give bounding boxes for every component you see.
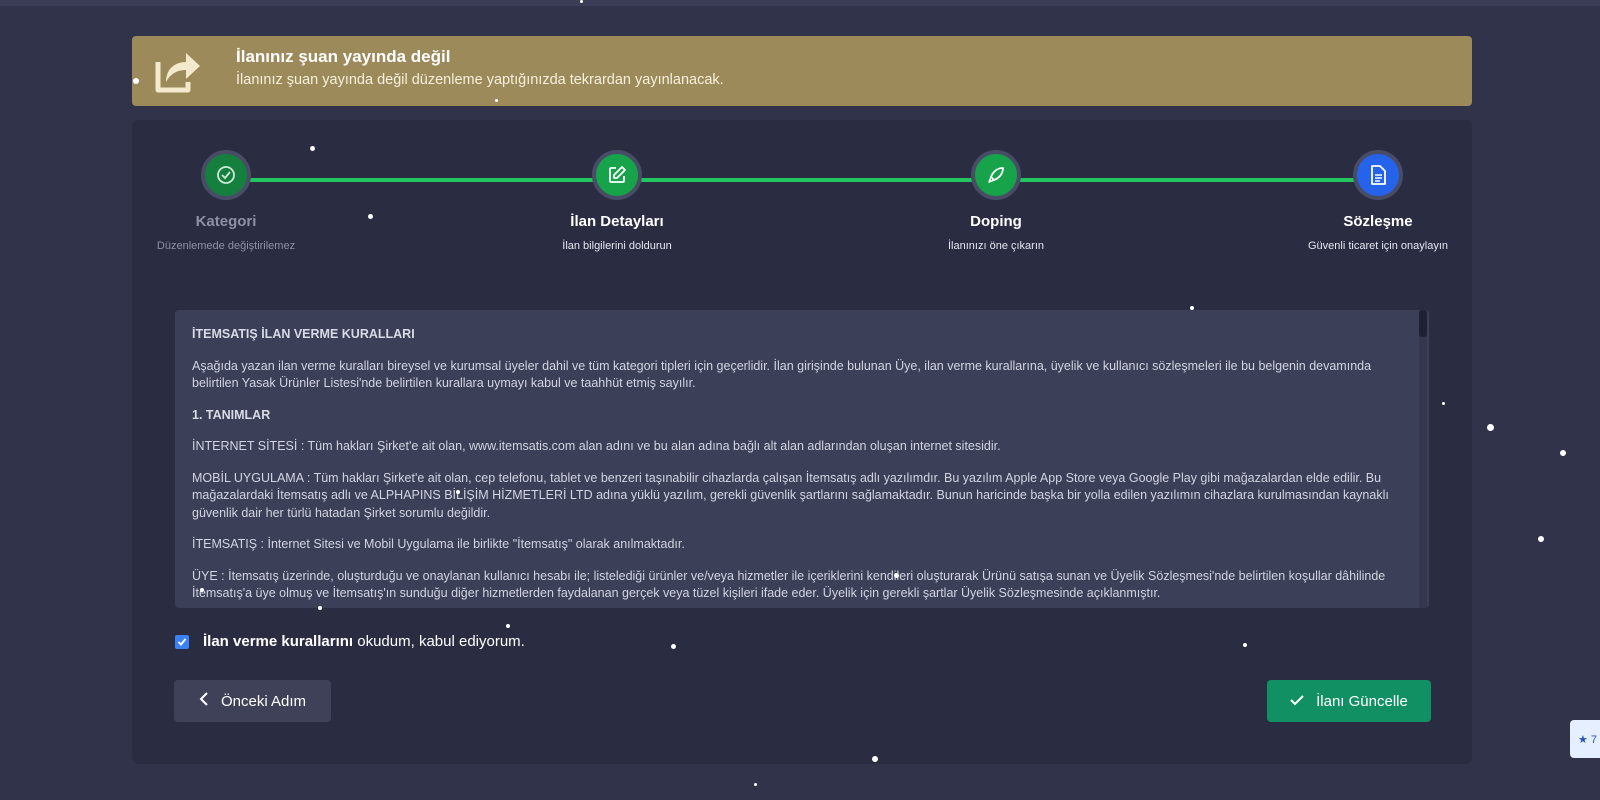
snow-particle: [1487, 424, 1494, 431]
document-icon: [1353, 150, 1403, 200]
banner-subtitle: İlanınız şuan yayında değil düzenleme ya…: [236, 72, 724, 88]
rules-document[interactable]: İTEMSATIŞ İLAN VERME KURALLARI Aşağıda y…: [175, 310, 1429, 608]
rules-heading: İTEMSATIŞ İLAN VERME KURALLARI: [192, 327, 415, 341]
snow-particle: [318, 606, 322, 610]
snow-particle: [872, 756, 878, 762]
snow-particle: [580, 0, 583, 3]
snow-particle: [310, 146, 315, 151]
share-export-icon: [152, 48, 204, 94]
step-title: İlan Detayları: [570, 213, 664, 230]
snow-particle: [894, 573, 899, 578]
top-strip: [0, 0, 1600, 6]
previous-step-label: Önceki Adım: [220, 692, 307, 710]
snow-particle: [754, 783, 757, 786]
snow-particle: [1442, 402, 1445, 405]
snow-particle: [456, 490, 460, 494]
check-circle-icon: [201, 150, 251, 200]
snow-particle: [495, 99, 498, 102]
rules-definition: İNTERNET SİTESİ : Tüm hakları Şirket'e a…: [192, 439, 1001, 453]
snow-particle: [671, 644, 676, 649]
scrollbar-thumb[interactable]: [1419, 310, 1427, 337]
rules-intro: Aşağıda yazan ilan verme kuralları birey…: [192, 358, 1372, 391]
rating-badge[interactable]: ★ 7: [1570, 720, 1600, 758]
agreement-row[interactable]: İlan verme kurallarını okudum, kabul edi…: [175, 633, 525, 650]
step-title: Doping: [970, 213, 1022, 230]
step-subtitle: İlanınızı öne çıkarın: [948, 240, 1044, 252]
previous-step-button[interactable]: Önceki Adım: [174, 680, 331, 722]
rules-scrollbar[interactable]: [1419, 310, 1427, 608]
agreement-text: okudum, kabul ediyorum.: [353, 633, 525, 650]
step-title: Kategori: [195, 213, 257, 230]
step-title: Sözleşme: [1343, 213, 1413, 230]
status-banner: İlanınız şuan yayında değil İlanınız şua…: [132, 36, 1472, 106]
form-card: Kategori Düzenlemede değiştirilemez İlan…: [132, 120, 1472, 764]
rocket-icon: [971, 150, 1021, 200]
progress-track: [226, 178, 1378, 182]
update-listing-label: İlanı Güncelle: [1316, 692, 1408, 710]
snow-particle: [1243, 643, 1247, 647]
snow-particle: [368, 214, 373, 219]
step-subtitle: Güvenli ticaret için onaylayın: [1307, 240, 1448, 252]
rules-definition: MOBİL UYGULAMA : Tüm hakları Şirket'e ai…: [192, 470, 1389, 520]
banner-title: İlanınız şuan yayında değil: [236, 47, 451, 66]
update-listing-button[interactable]: İlanı Güncelle: [1267, 680, 1431, 722]
check-icon: [1290, 693, 1304, 710]
snow-particle: [200, 588, 204, 592]
snow-particle: [1538, 536, 1544, 542]
rules-definition: ÜYE : İtemsatış üzerinde, oluşturduğu ve…: [192, 568, 1386, 601]
agreement-link[interactable]: İlan verme kurallarını: [203, 633, 353, 650]
rules-section-title: 1. TANIMLAR: [192, 407, 271, 422]
snow-particle: [133, 78, 139, 84]
snow-particle: [1190, 306, 1194, 310]
snow-particle: [1560, 450, 1566, 456]
chevron-left-icon: [199, 692, 209, 710]
step-subtitle: Düzenlemede değiştirilemez: [156, 240, 296, 252]
edit-icon: [592, 150, 642, 200]
rules-definition: İTEMSATIŞ : İnternet Sitesi ve Mobil Uyg…: [192, 537, 685, 551]
snow-particle: [506, 624, 510, 628]
agreement-checkbox[interactable]: [175, 634, 189, 649]
step-subtitle: İlan bilgilerini doldurun: [562, 240, 672, 252]
